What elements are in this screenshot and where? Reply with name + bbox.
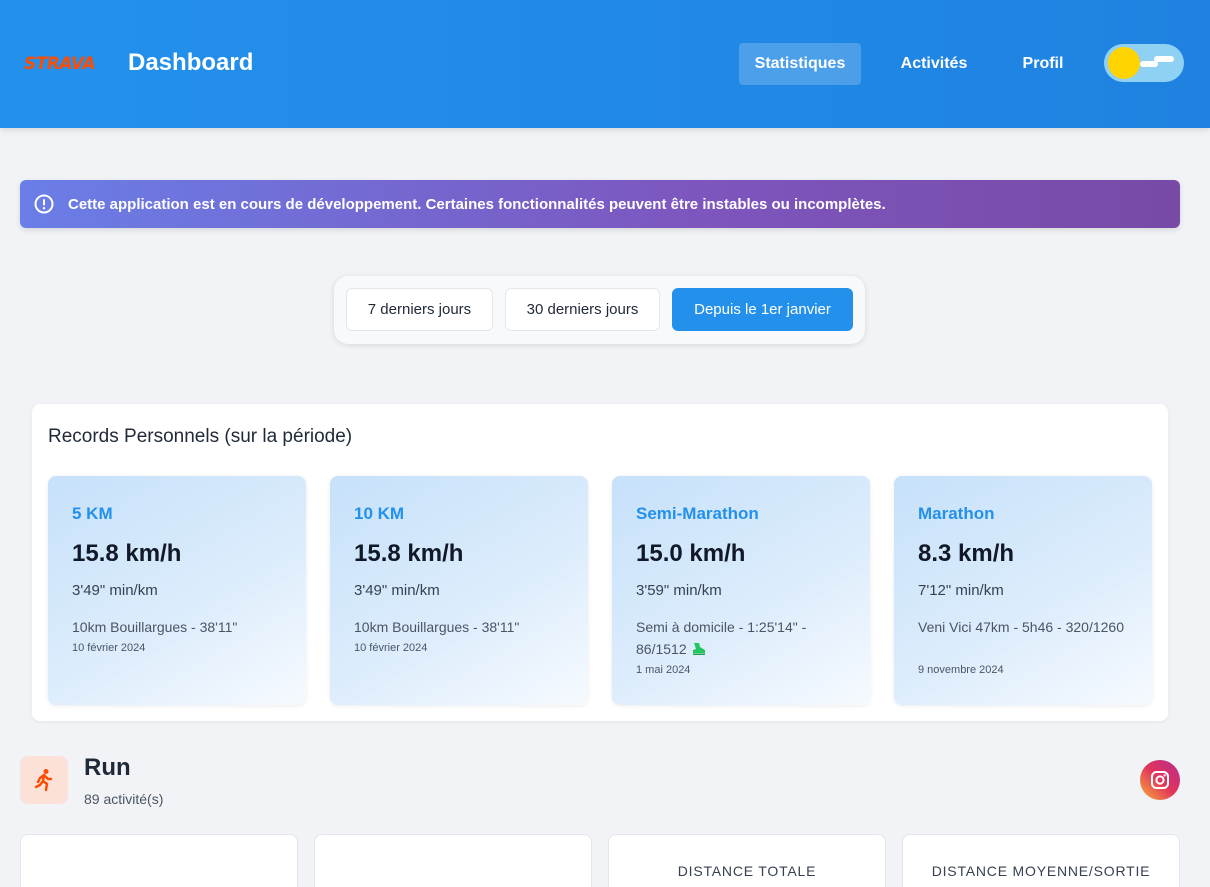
record-activity: 10km Bouillargues - 38'11" — [354, 619, 520, 635]
running-icon — [34, 769, 53, 792]
record-date: 9 novembre 2024 — [918, 664, 1004, 676]
record-pace: 3'59" min/km — [636, 582, 722, 599]
sport-title: Run — [84, 754, 131, 781]
record-pace: 7'12" min/km — [918, 582, 1004, 599]
record-name: 10 KM — [354, 504, 405, 523]
record-date: 10 février 2024 — [354, 642, 428, 654]
top-header: STRAVA Dashboard Statistiques Activités … — [0, 0, 1210, 128]
period-selector: 7 derniers jours 30 derniers jours Depui… — [334, 276, 865, 344]
record-speed: 15.8 km/h — [354, 540, 464, 567]
record-card-10k[interactable]: 10 KM 15.8 km/h 3'49" min/km 10km Bouill… — [330, 476, 588, 705]
nav-label: Activités — [900, 55, 968, 72]
banner-text: Cette application est en cours de dévelo… — [68, 195, 886, 213]
record-activity: 10km Bouillargues - 38'11" — [72, 619, 238, 635]
page-title: Dashboard — [128, 49, 254, 76]
nav-label: Statistiques — [754, 55, 846, 72]
record-card-marathon[interactable]: Marathon 8.3 km/h 7'12" min/km Veni Vici… — [894, 476, 1152, 705]
record-pace: 3'49" min/km — [354, 582, 440, 599]
run-sport-badge — [20, 756, 68, 804]
cloud-icon — [1154, 56, 1174, 62]
stat-card — [20, 834, 298, 887]
record-activity: Veni Vici 47km - 5h46 - 320/1260 — [918, 619, 1124, 635]
record-card-half-marathon[interactable]: Semi-Marathon 15.0 km/h 3'59" min/km Sem… — [612, 476, 870, 705]
nav-label: Profil — [1022, 55, 1064, 72]
record-activity: Semi à domicile - 1:25'14" - 86/1512 — [636, 619, 807, 657]
record-activity-wrap: Semi à domicile - 1:25'14" - 86/1512 — [636, 616, 851, 660]
record-speed: 15.8 km/h — [72, 540, 182, 567]
nav-activites[interactable]: Activités — [887, 43, 981, 85]
period-30-days-button[interactable]: 30 derniers jours — [505, 288, 660, 331]
nav-statistiques[interactable]: Statistiques — [739, 43, 861, 85]
instagram-icon — [1151, 771, 1169, 789]
period-7-days-button[interactable]: 7 derniers jours — [346, 288, 493, 331]
stat-label: DISTANCE TOTALE — [677, 863, 817, 879]
stat-card-total-distance: DISTANCE TOTALE — [608, 834, 886, 887]
theme-toggle[interactable] — [1104, 44, 1184, 82]
instagram-share-button[interactable] — [1140, 760, 1180, 800]
stat-label: DISTANCE MOYENNE/SORTIE — [931, 863, 1151, 879]
record-name: Semi-Marathon — [636, 504, 759, 523]
stat-card-avg-distance: DISTANCE MOYENNE/SORTIE — [902, 834, 1180, 887]
record-pace: 3'49" min/km — [72, 582, 158, 599]
period-year-button[interactable]: Depuis le 1er janvier — [672, 288, 853, 331]
stat-card — [314, 834, 592, 887]
sun-icon — [1108, 47, 1140, 79]
record-speed: 8.3 km/h — [918, 540, 1015, 567]
nav-profil[interactable]: Profil — [1008, 43, 1078, 85]
personal-records-card: Records Personnels (sur la période) 5 KM… — [32, 404, 1168, 721]
activity-count: 89 activité(s) — [84, 791, 164, 807]
info-icon — [34, 194, 54, 214]
dev-warning-banner: Cette application est en cours de dévelo… — [20, 180, 1180, 228]
strava-logo[interactable]: STRAVA — [24, 54, 96, 74]
record-card-5k[interactable]: 5 KM 15.8 km/h 3'49" min/km 10km Bouilla… — [48, 476, 306, 705]
record-name: Marathon — [918, 504, 995, 523]
record-date: 1 mai 2024 — [636, 664, 691, 676]
record-name: 5 KM — [72, 504, 113, 523]
shoe-icon — [692, 643, 705, 655]
record-date: 10 février 2024 — [72, 642, 146, 654]
record-speed: 15.0 km/h — [636, 540, 746, 567]
records-title: Records Personnels (sur la période) — [48, 426, 353, 447]
